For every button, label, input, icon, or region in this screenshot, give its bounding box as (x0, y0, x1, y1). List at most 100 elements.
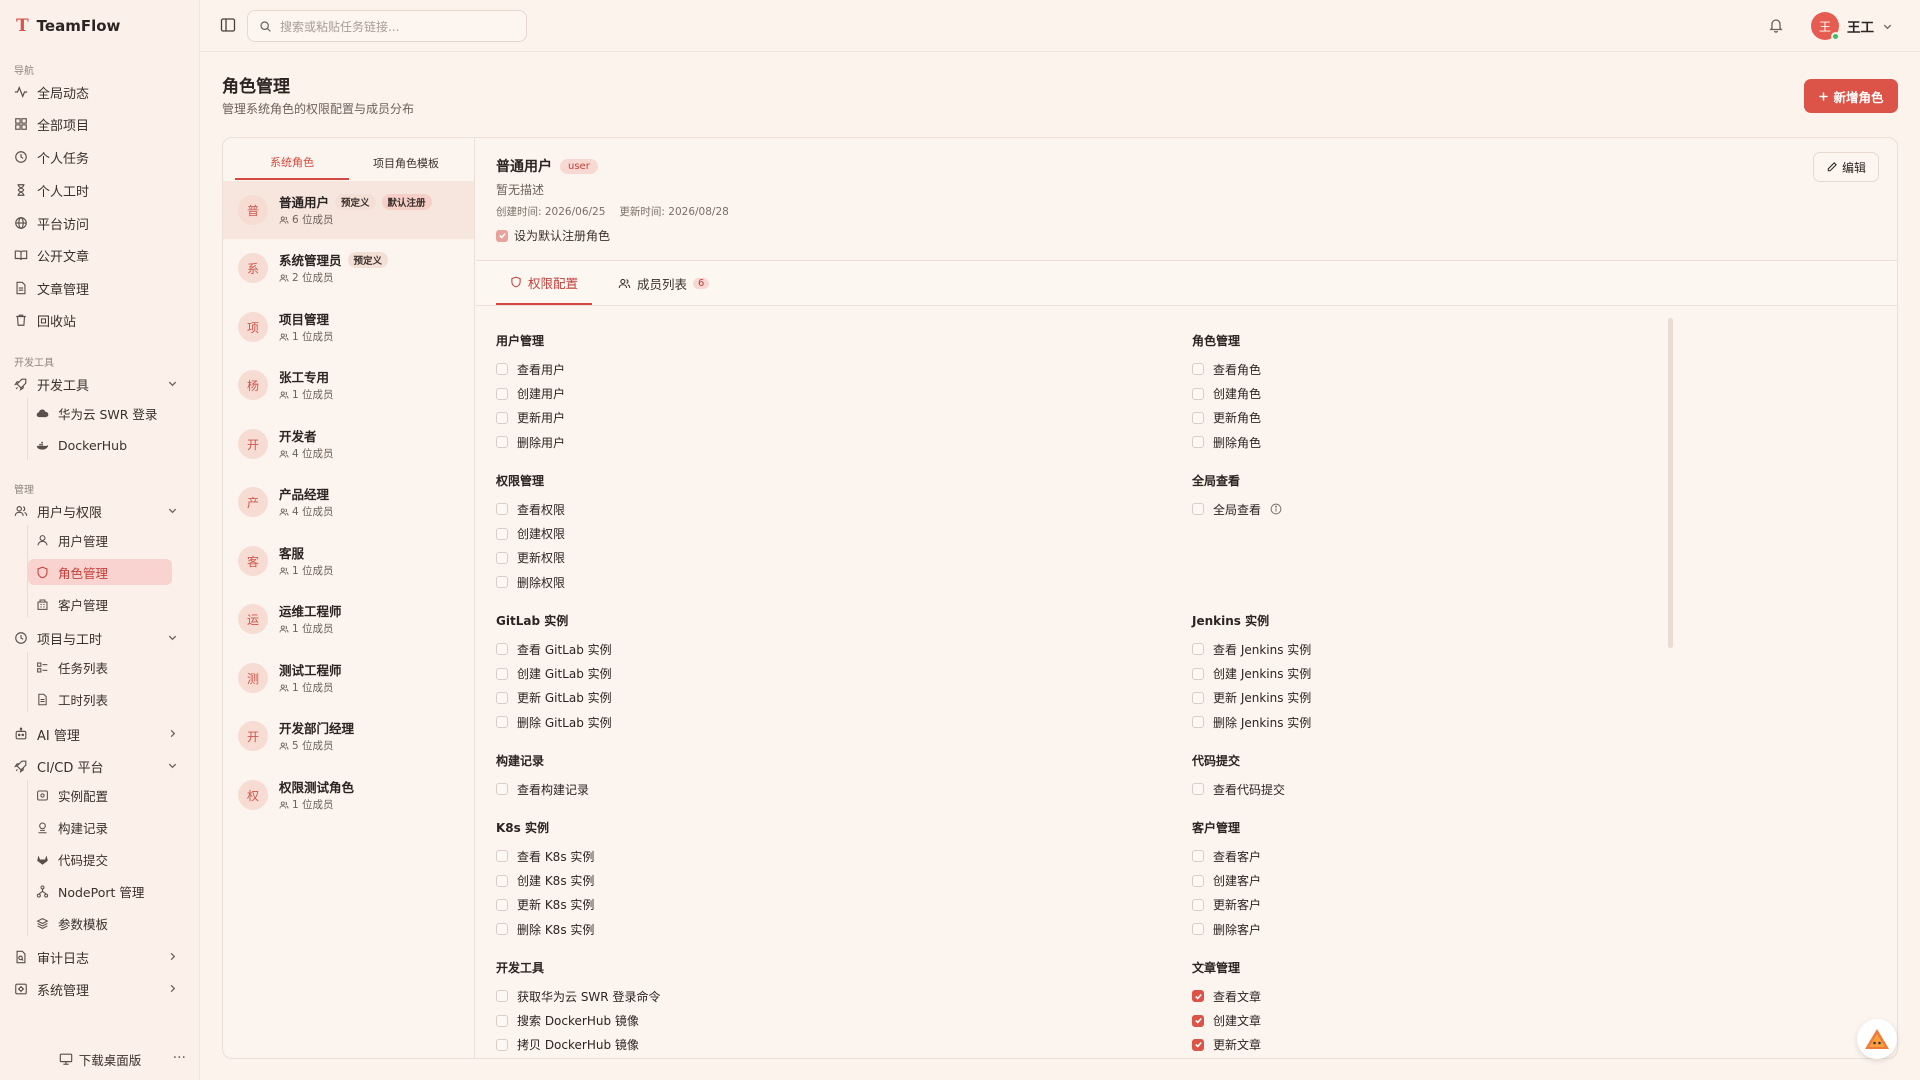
checkbox[interactable] (496, 783, 508, 796)
nav-item-my-hours[interactable]: 个人工时 (14, 177, 190, 203)
sub-item-code-commits[interactable]: 代码提交 (28, 846, 172, 872)
permission-item[interactable]: 创建用户 (496, 381, 565, 405)
more-options-icon[interactable]: ··· (173, 1050, 186, 1066)
permission-item[interactable]: 更新权限 (496, 546, 565, 570)
nav-item-public-articles[interactable]: 公开文章 (14, 242, 190, 268)
download-desktop-button[interactable]: 下载桌面版 ··· (0, 1038, 200, 1080)
sub-item-dockerhub[interactable]: DockerHub (28, 432, 172, 458)
sub-item-task-list[interactable]: 任务列表 (28, 654, 172, 680)
permission-item[interactable]: 删除用户 (496, 430, 565, 454)
permission-item[interactable]: 删除 Jenkins 实例 (1192, 710, 1311, 734)
checkbox[interactable] (496, 643, 508, 656)
sub-item-customer-management[interactable]: 客户管理 (28, 591, 172, 617)
permission-item[interactable]: 查看权限 (496, 497, 565, 521)
checkbox[interactable] (496, 1014, 508, 1027)
checkbox-checked[interactable] (1192, 990, 1204, 1003)
bell-icon[interactable] (1768, 17, 1784, 33)
nav-item-recycle-bin[interactable]: 回收站 (14, 307, 190, 333)
permission-item[interactable]: 创建 Jenkins 实例 (1192, 661, 1311, 685)
permission-item[interactable]: 更新 K8s 实例 (496, 893, 594, 917)
nav-item-article-management[interactable]: 文章管理 (14, 275, 190, 301)
checkbox[interactable] (496, 667, 508, 680)
checkbox[interactable] (496, 387, 508, 400)
permission-item[interactable]: 创建角色 (1192, 381, 1261, 405)
permission-item[interactable]: 查看 GitLab 实例 (496, 637, 612, 661)
checkbox[interactable] (1192, 643, 1204, 656)
edit-button[interactable]: 编辑 (1813, 152, 1879, 182)
checkbox[interactable] (496, 436, 508, 449)
sub-item-hours-list[interactable]: 工时列表 (28, 686, 172, 712)
checkbox[interactable] (496, 576, 508, 589)
checkbox[interactable] (496, 551, 508, 564)
permission-item[interactable]: 删除权限 (496, 570, 565, 594)
sub-item-build-records[interactable]: 构建记录 (28, 814, 172, 840)
sub-item-instance-config[interactable]: 实例配置 (28, 782, 172, 808)
permission-item[interactable]: 删除角色 (1192, 430, 1261, 454)
sub-item-param-templates[interactable]: 参数模板 (28, 910, 172, 936)
user-menu[interactable]: 王 王工 (1811, 12, 1893, 41)
sub-item-swr-login[interactable]: 华为云 SWR 登录 (28, 400, 172, 426)
checkbox[interactable] (1192, 363, 1204, 376)
role-item[interactable]: 权 权限测试角色 1 位成员 (223, 766, 474, 824)
sub-item-user-management[interactable]: 用户管理 (28, 527, 172, 553)
permission-item[interactable]: 更新用户 (496, 406, 565, 430)
permission-item[interactable]: 查看 K8s 实例 (496, 844, 594, 868)
permission-item[interactable]: 删除客户 (1192, 917, 1261, 941)
checkbox[interactable] (1192, 667, 1204, 680)
nav-group-projects-hours[interactable]: 项目与工时 (14, 625, 190, 651)
permission-item[interactable]: 更新 Jenkins 实例 (1192, 686, 1311, 710)
checkbox[interactable] (496, 1038, 508, 1051)
checkbox[interactable] (496, 363, 508, 376)
role-item[interactable]: 项 项目管理 1 位成员 (223, 298, 474, 356)
checkbox[interactable] (496, 898, 508, 911)
scrollbar[interactable] (1668, 318, 1673, 648)
permission-item[interactable]: 更新 GitLab 实例 (496, 686, 612, 710)
permission-item[interactable]: 更新文章 (1192, 1033, 1261, 1057)
sidebar-toggle-icon[interactable] (220, 17, 236, 33)
nav-item-my-tasks[interactable]: 个人任务 (14, 144, 190, 170)
checkbox-checked[interactable] (1192, 1038, 1204, 1051)
permission-item[interactable]: 更新客户 (1192, 893, 1261, 917)
checkbox[interactable] (496, 503, 508, 516)
checkbox[interactable] (496, 527, 508, 540)
role-item[interactable]: 客 客服 1 位成员 (223, 532, 474, 590)
role-item[interactable]: 产 产品经理 4 位成员 (223, 473, 474, 531)
app-logo[interactable]: T TeamFlow (16, 14, 120, 38)
nav-item-platform-access[interactable]: 平台访问 (14, 210, 190, 236)
checkbox[interactable] (496, 990, 508, 1003)
role-item[interactable]: 普 普通用户 预定义 默认注册 6 位成员 (223, 181, 474, 239)
nav-item-audit-log[interactable]: 审计日志 (14, 944, 190, 970)
nav-item-activity[interactable]: 全局动态 (14, 79, 190, 105)
checkbox[interactable] (1192, 783, 1204, 796)
permission-item[interactable]: 查看客户 (1192, 844, 1261, 868)
checkbox[interactable] (1192, 874, 1204, 887)
checkbox[interactable] (1192, 850, 1204, 863)
permission-item[interactable]: 查看角色 (1192, 357, 1261, 381)
checkbox[interactable] (496, 874, 508, 887)
permission-item[interactable]: 创建 K8s 实例 (496, 868, 594, 892)
role-item[interactable]: 运 运维工程师 1 位成员 (223, 590, 474, 648)
nav-group-users-permissions[interactable]: 用户与权限 (14, 498, 190, 524)
checkbox[interactable] (496, 850, 508, 863)
sub-item-nodeport[interactable]: NodePort 管理 (28, 878, 172, 904)
sub-item-role-management[interactable]: 角色管理 (28, 559, 172, 585)
permission-item[interactable]: 删除 K8s 实例 (496, 917, 594, 941)
checkbox[interactable] (1192, 691, 1204, 704)
checkbox[interactable] (496, 691, 508, 704)
nav-item-system-management[interactable]: 系统管理 (14, 976, 190, 1002)
checkbox[interactable] (1192, 436, 1204, 449)
nav-item-ai-management[interactable]: AI 管理 (14, 721, 190, 747)
tab-project-role-templates[interactable]: 项目角色模板 (349, 146, 463, 180)
checkbox[interactable] (1192, 716, 1204, 729)
permission-item[interactable]: 创建 GitLab 实例 (496, 661, 612, 685)
add-role-button[interactable]: 新增角色 (1804, 79, 1898, 113)
permission-item[interactable]: 搜索 DockerHub 镜像 (496, 1008, 660, 1032)
permission-item[interactable]: 更新角色 (1192, 406, 1261, 430)
default-register-checkbox[interactable]: 设为默认注册角色 (496, 227, 610, 244)
permission-item[interactable]: 创建文章 (1192, 1008, 1261, 1032)
permission-item[interactable]: 查看构建记录 (496, 777, 589, 801)
checkbox[interactable] (496, 411, 508, 424)
tab-system-roles[interactable]: 系统角色 (235, 146, 349, 180)
permission-item[interactable]: 全局查看 (1192, 497, 1282, 521)
checkbox[interactable] (1192, 503, 1204, 516)
